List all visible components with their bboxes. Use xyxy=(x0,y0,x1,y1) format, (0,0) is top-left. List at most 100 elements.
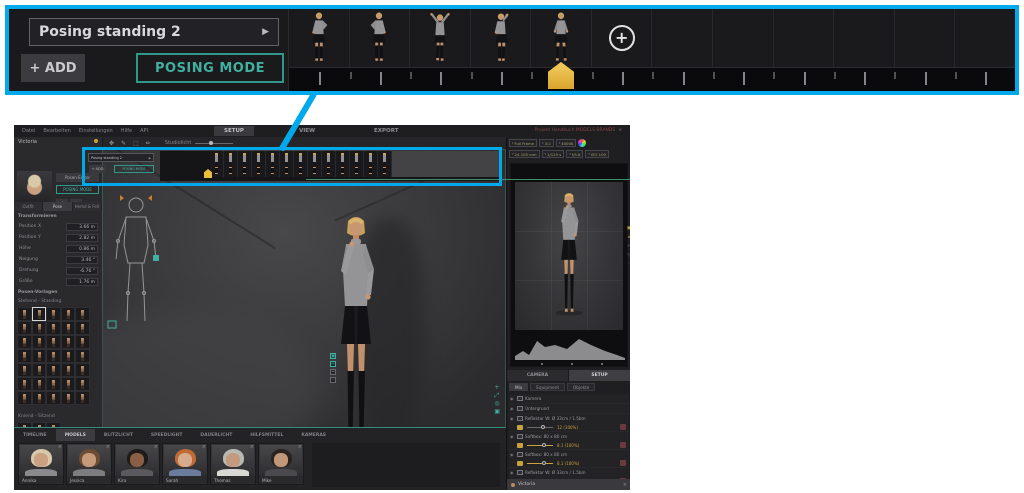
pose-template-cell[interactable] xyxy=(75,335,90,349)
mini-pose-thumbnail[interactable] xyxy=(280,151,294,177)
menu-item[interactable]: Bearbeiten xyxy=(43,128,70,134)
mini-pose-thumbnail[interactable] xyxy=(336,151,350,177)
pose-template-cell[interactable] xyxy=(46,349,61,363)
orbit-icon[interactable]: ◎ xyxy=(494,401,500,406)
eye-icon[interactable]: ◉ xyxy=(510,470,515,475)
posing-mode-mini-button[interactable]: POSING MODE xyxy=(56,185,99,194)
add-icon[interactable]: + xyxy=(627,245,630,249)
power-toggle[interactable] xyxy=(517,425,523,430)
close-icon[interactable]: × xyxy=(58,444,62,450)
pose-template-cell[interactable] xyxy=(17,349,32,363)
transform-value-field[interactable]: 0.86 m xyxy=(66,245,98,253)
pose-timeline[interactable]: + xyxy=(288,9,1015,91)
app-tab-export[interactable]: EXPORT xyxy=(364,126,408,136)
pose-template-cell[interactable] xyxy=(75,321,90,335)
pose-template-cell[interactable] xyxy=(46,307,61,321)
dot-icon[interactable]: ◦ xyxy=(628,263,630,267)
transform-value-field[interactable]: 2.82 m xyxy=(66,234,98,242)
eye-icon[interactable]: ◉ xyxy=(510,406,515,411)
mini-posing-mode-button[interactable]: POSING MODE xyxy=(114,165,154,173)
gizmo-minus-icon[interactable]: - xyxy=(330,377,336,383)
equipment-row[interactable]: ◉Softbox: 80 x 80 cm8.1 (100%) xyxy=(509,450,629,468)
app-tab-view[interactable]: VIEW xyxy=(289,126,325,136)
model-card[interactable]: Sarah× xyxy=(162,443,208,485)
pose-template-cell[interactable] xyxy=(75,391,90,405)
pose-bodymap-overlay[interactable] xyxy=(106,193,166,343)
home-view-icon[interactable]: ▣ xyxy=(494,409,500,414)
gizmo-square-icon[interactable]: ▣ xyxy=(330,353,336,359)
right-tab-setup[interactable]: SETUP xyxy=(569,370,630,381)
model-card[interactable]: Annika× xyxy=(18,443,64,485)
camera-setting-chip[interactable]: ▾ISO 100 xyxy=(585,150,609,158)
trash-icon[interactable] xyxy=(620,460,626,466)
slider-knob[interactable] xyxy=(541,425,545,429)
pose-slot-5[interactable] xyxy=(531,9,592,67)
mini-pose-thumbnail[interactable] xyxy=(308,151,322,177)
pose-slot-4[interactable] xyxy=(471,9,532,67)
reset-pose-icon[interactable] xyxy=(108,321,116,328)
pose-template-cell[interactable] xyxy=(32,377,47,391)
power-slider[interactable] xyxy=(527,427,553,428)
mini-pose-thumbnail[interactable] xyxy=(210,151,224,177)
menu-item[interactable]: Hilfe xyxy=(121,128,132,134)
bottom-tab-kameras[interactable]: KAMERAS xyxy=(292,429,335,441)
close-icon[interactable]: × xyxy=(106,444,110,450)
camera-preview[interactable] xyxy=(510,163,628,367)
mini-pose-thumbnail[interactable] xyxy=(294,151,308,177)
pose-template-cell[interactable] xyxy=(17,307,32,321)
model-portrait[interactable] xyxy=(17,171,52,205)
camera-setting-chip[interactable]: ▾Full Frame xyxy=(509,139,537,147)
3d-viewport[interactable]: ▣ + • - + ⤢ ◎ ▣ xyxy=(102,149,506,428)
pose-template-cell[interactable] xyxy=(61,377,76,391)
pose-slot-3[interactable] xyxy=(410,9,471,67)
model-card[interactable]: Mike× xyxy=(258,443,304,485)
pose-editor-button[interactable]: Posen-Editor xyxy=(56,173,99,182)
eye-icon[interactable]: ◉ xyxy=(510,396,515,401)
bottom-tab-hilfsmittel[interactable]: HILFSMITTEL xyxy=(241,429,292,441)
mini-pose-dropdown[interactable]: Posing standing 2 ▶ xyxy=(88,153,154,162)
right-subtab-mix[interactable]: Mix xyxy=(509,383,528,391)
transform-value-field[interactable]: 3.66 m xyxy=(66,223,98,231)
color-wheel-icon[interactable] xyxy=(578,139,586,147)
close-icon[interactable]: × xyxy=(154,444,158,450)
bottom-tab-blitzlicht[interactable]: BLITZLICHT xyxy=(95,429,142,441)
pose-template-cell[interactable] xyxy=(75,307,90,321)
camera-setting-chip[interactable]: ▾1/125 s xyxy=(542,150,565,158)
equipment-row[interactable]: ◉Kamera xyxy=(509,394,629,404)
power-slider[interactable] xyxy=(527,463,553,464)
frame-tool-icon[interactable]: ⬚ xyxy=(133,140,139,147)
right-subtab-equipment[interactable]: Equipment xyxy=(530,383,565,391)
gizmo-plus-icon[interactable]: + xyxy=(330,361,336,367)
pose-template-cell[interactable] xyxy=(32,349,47,363)
model-card[interactable]: Kira× xyxy=(114,443,160,485)
power-toggle[interactable] xyxy=(517,443,523,448)
mini-pose-thumbnail[interactable] xyxy=(350,151,364,177)
rotate-right-marker[interactable] xyxy=(148,195,152,201)
gizmo-dot-icon[interactable]: • xyxy=(330,369,336,375)
pose-template-cell[interactable] xyxy=(61,321,76,335)
close-icon[interactable]: × xyxy=(618,128,622,133)
bottom-tab-models[interactable]: MODELS xyxy=(56,429,95,441)
pose-slot-add[interactable]: + xyxy=(592,9,653,67)
bottom-tab-timeline[interactable]: TIMELINE xyxy=(14,429,56,441)
right-tab-camera[interactable]: CAMERA xyxy=(507,370,569,381)
sidebar-tab-hemd-fell[interactable]: Hemd & Fell xyxy=(73,202,102,211)
pose-template-cell[interactable] xyxy=(75,349,90,363)
menu-item[interactable]: Einstellungen xyxy=(79,128,113,134)
flag-icon[interactable]: ▣ xyxy=(627,227,630,231)
pose-template-cell[interactable] xyxy=(17,321,32,335)
close-icon[interactable]: × xyxy=(202,444,206,450)
pose-template-cell[interactable] xyxy=(61,307,76,321)
pen-tool-icon[interactable]: ✎ xyxy=(121,140,126,147)
pose-template-cell[interactable] xyxy=(61,391,76,405)
mini-pose-timeline[interactable] xyxy=(160,151,500,181)
model-card[interactable]: Thomas× xyxy=(210,443,256,485)
pose-slot-empty[interactable] xyxy=(834,9,895,67)
power-slider[interactable] xyxy=(527,445,553,446)
trash-icon[interactable] xyxy=(620,424,626,430)
close-icon[interactable]: × xyxy=(298,444,302,450)
mini-pose-thumbnail[interactable] xyxy=(322,151,336,177)
pose-template-cell[interactable] xyxy=(32,363,47,377)
pose-template-cell[interactable] xyxy=(32,391,47,405)
mini-pose-thumbnail[interactable] xyxy=(266,151,280,177)
